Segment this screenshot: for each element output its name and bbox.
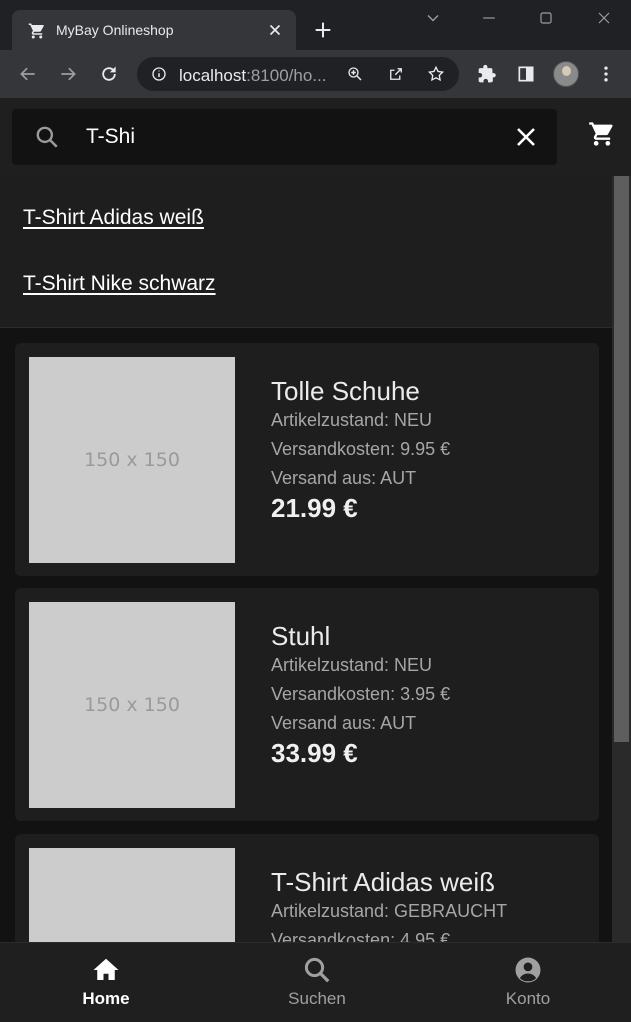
scrollbar-thumb[interactable]: [614, 176, 629, 742]
app-header: [0, 98, 631, 176]
back-icon[interactable]: [18, 64, 38, 84]
product-ships-from: Versand aus: AUT: [271, 713, 417, 733]
suggestion-link[interactable]: T-Shirt Nike schwarz: [23, 272, 216, 296]
browser-toolbar: localhost:8100/ho...: [0, 50, 631, 98]
search-icon: [304, 957, 330, 983]
product-card[interactable]: 150 x 150 Stuhl Artikelzustand: NEU Vers…: [15, 588, 599, 821]
product-title: Tolle Schuhe: [271, 376, 420, 406]
searchbar[interactable]: [12, 109, 557, 165]
product-shipping-cost: Versandkosten: 4.95 €: [271, 930, 451, 942]
product-condition: Artikelzustand: GEBRAUCHT: [271, 901, 508, 921]
search-suggestions: T-Shirt Adidas weiß T-Shirt Nike schwarz: [0, 176, 612, 328]
tab-search-label: Suchen: [288, 989, 346, 1008]
tab-title: MyBay Onlineshop: [56, 22, 174, 38]
app-viewport: T-Shirt Adidas weiß T-Shirt Nike schwarz…: [0, 98, 631, 1022]
product-shipping-cost: Versandkosten: 9.95 €: [271, 439, 451, 459]
product-shipping-cost: Versandkosten: 3.95 €: [271, 684, 451, 704]
extensions-icon[interactable]: [477, 64, 497, 84]
tab-account-label: Konto: [505, 989, 551, 1008]
image-placeholder-text: 150 x 150: [84, 694, 180, 716]
url-host: localhost: [179, 66, 247, 85]
zoom-icon[interactable]: [346, 65, 364, 83]
image-placeholder-text: 150 x 150: [84, 449, 180, 471]
maximize-icon[interactable]: [536, 8, 556, 28]
close-window-icon[interactable]: [594, 8, 614, 28]
browser-tab-bar: MyBay Onlineshop: [0, 0, 631, 50]
bottom-tab-bar: Home Suchen Konto: [0, 942, 631, 1022]
new-tab-icon[interactable]: [312, 19, 334, 41]
reload-icon[interactable]: [99, 64, 119, 84]
address-bar[interactable]: localhost:8100/ho...: [137, 57, 459, 91]
product-condition: Artikelzustand: NEU: [271, 655, 433, 675]
suggestion-link[interactable]: T-Shirt Adidas weiß: [23, 206, 204, 230]
minimize-icon[interactable]: [479, 8, 499, 28]
product-price: 33.99 €: [271, 738, 358, 768]
tab-account[interactable]: Konto: [468, 955, 588, 1015]
bookmark-star-icon[interactable]: [427, 65, 445, 83]
browser-tab[interactable]: MyBay Onlineshop: [12, 10, 296, 50]
product-price: 21.99 €: [271, 493, 358, 523]
menu-kebab-icon[interactable]: [596, 64, 616, 84]
scrollbar[interactable]: [612, 176, 631, 942]
cart-favicon-icon: [28, 23, 44, 39]
product-condition: Artikelzustand: NEU: [271, 410, 433, 430]
url-text: localhost:8100/ho...: [179, 66, 326, 86]
product-card[interactable]: T-Shirt Adidas weiß Artikelzustand: GEBR…: [15, 834, 599, 942]
home-icon: [93, 958, 119, 980]
cart-icon[interactable]: [588, 120, 616, 148]
search-input[interactable]: [86, 122, 506, 152]
tab-home-label: Home: [82, 989, 130, 1008]
product-card[interactable]: 150 x 150 Tolle Schuhe Artikelzustand: N…: [15, 343, 599, 576]
close-tab-icon[interactable]: [266, 21, 284, 39]
clear-search-icon[interactable]: [514, 125, 538, 149]
tab-home[interactable]: Home: [46, 955, 166, 1015]
profile-avatar[interactable]: [553, 61, 579, 87]
share-icon[interactable]: [387, 65, 405, 83]
product-title: Stuhl: [271, 621, 331, 651]
url-path: :8100/ho...: [246, 66, 327, 85]
side-panel-icon[interactable]: [516, 64, 536, 84]
product-title: T-Shirt Adidas weiß: [271, 867, 495, 897]
product-ships-from: Versand aus: AUT: [271, 468, 417, 488]
tab-search[interactable]: Suchen: [257, 955, 377, 1015]
forward-icon[interactable]: [58, 64, 78, 84]
product-image: 150 x 150: [29, 602, 235, 808]
search-icon: [36, 126, 58, 148]
account-icon: [515, 957, 541, 983]
product-list: 150 x 150 Tolle Schuhe Artikelzustand: N…: [0, 329, 612, 942]
product-image: 150 x 150: [29, 357, 235, 563]
site-info-icon[interactable]: [150, 65, 168, 83]
product-image: [29, 848, 235, 942]
tab-search-icon[interactable]: [423, 8, 443, 28]
